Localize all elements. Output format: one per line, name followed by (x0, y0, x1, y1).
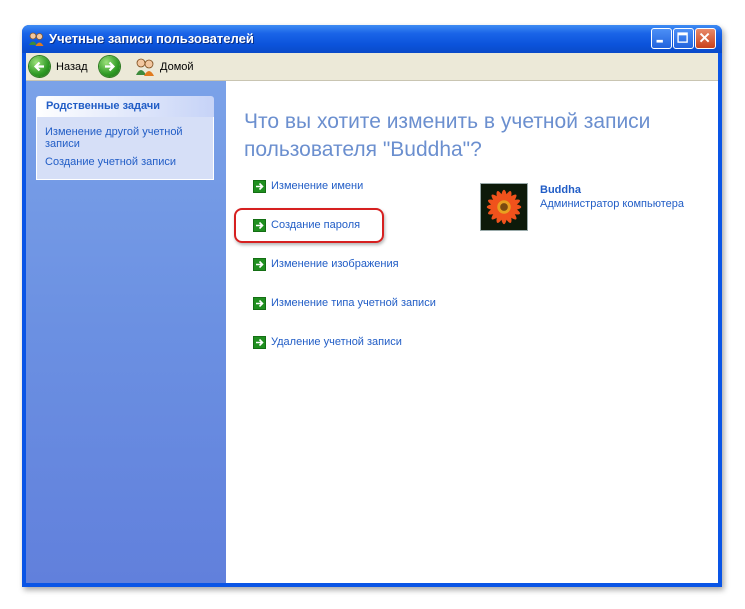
window-title: Учетные записи пользователей (49, 31, 254, 46)
maximize-button[interactable] (673, 28, 694, 49)
action-change-name[interactable]: Изменение имени (253, 179, 363, 193)
close-button[interactable] (695, 28, 716, 49)
green-arrow-icon (253, 257, 266, 271)
action-label: Удаление учетной записи (271, 336, 402, 348)
forward-button[interactable] (99, 55, 120, 78)
action-label: Изменение имени (271, 180, 364, 192)
title-bar[interactable]: Учетные записи пользователей (22, 25, 722, 53)
page-title-line1: Что вы хотите изменить в учетной записи (244, 110, 651, 133)
page-title-line2: пользователя "Buddha"? (244, 138, 482, 161)
action-label: Изменение типа учетной записи (271, 297, 436, 309)
green-arrow-icon (253, 335, 266, 349)
minimize-button[interactable] (651, 28, 672, 49)
related-tasks-header[interactable]: Родственные задачи (36, 96, 214, 117)
task-create-account[interactable]: Создание учетной записи (45, 156, 207, 168)
home-users-icon (134, 57, 156, 77)
home-label: Домой (160, 60, 194, 73)
toolbar: Назад Домой (26, 53, 718, 81)
user-accounts-icon (28, 31, 45, 47)
back-label: Назад (56, 60, 88, 73)
back-button[interactable]: Назад (29, 55, 88, 78)
page-title: Что вы хотите изменить в учетной записи … (244, 108, 704, 164)
green-arrow-icon (253, 179, 266, 193)
action-change-picture[interactable]: Изменение изображения (253, 257, 399, 271)
user-picture[interactable] (480, 183, 528, 231)
action-label: Изменение изображения (271, 258, 399, 270)
highlight-outline (234, 208, 384, 243)
side-pane: Родственные задачи Изменение другой учет… (26, 81, 226, 583)
action-change-account-type[interactable]: Изменение типа учетной записи (253, 296, 436, 310)
green-arrow-icon (253, 296, 266, 310)
action-delete-account[interactable]: Удаление учетной записи (253, 335, 402, 349)
home-button[interactable]: Домой (134, 55, 194, 78)
related-tasks-list: Изменение другой учетной записи Создание… (36, 117, 214, 180)
orange-flower-icon (481, 184, 527, 230)
user-name: Buddha (540, 184, 581, 196)
user-role: Администратор компьютера (540, 198, 684, 210)
back-arrow-icon (29, 56, 50, 77)
related-tasks-panel: Родственные задачи Изменение другой учет… (36, 96, 214, 180)
task-change-other-account[interactable]: Изменение другой учетной записи (45, 126, 207, 150)
forward-arrow-icon (99, 56, 120, 77)
